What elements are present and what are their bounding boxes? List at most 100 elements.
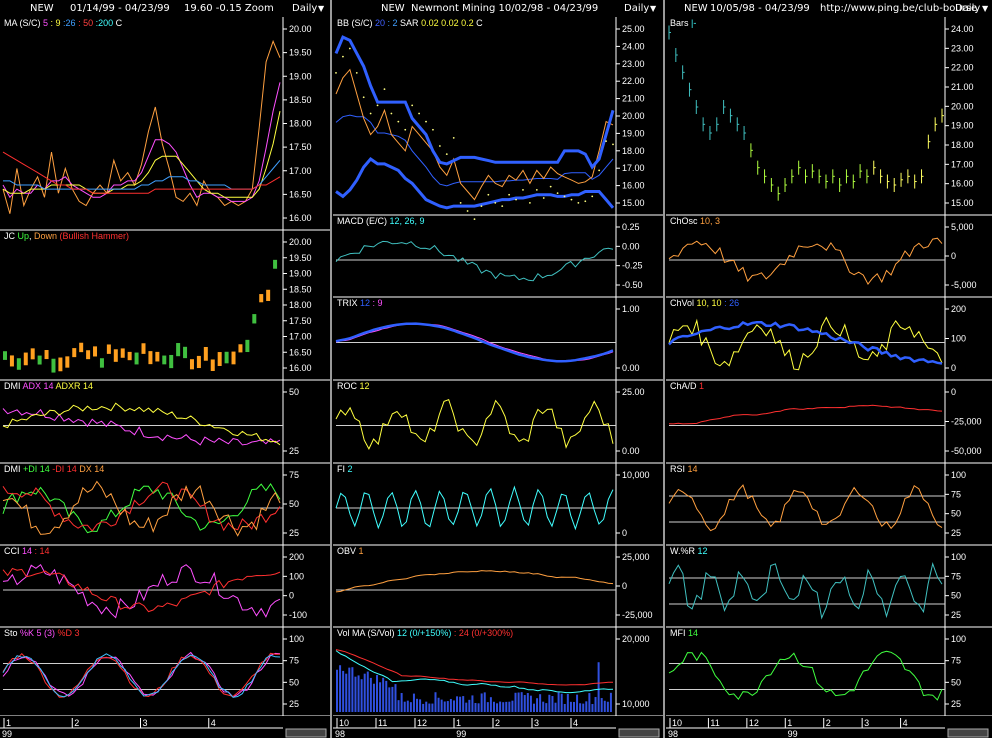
month-label: 1 [456,718,461,728]
volume-bar [428,703,431,712]
axis-tick-label: 17.00 [289,332,312,342]
sar-dot [570,198,573,201]
volume-bar [348,667,351,712]
axis-tick-label: 50 [289,499,299,509]
candlestick [120,348,125,358]
volume-bar [446,701,449,712]
axis-tick-label: -100 [289,610,307,620]
axis-tick-label: 100 [951,334,966,344]
volume-bar [397,700,400,712]
candlestick [93,346,98,357]
chevron-down-icon[interactable]: ▼ [650,0,656,17]
volume-bar [572,701,575,712]
volume-bar [557,692,560,712]
sar-dot [452,136,455,139]
candlestick [210,359,215,371]
zoom-scroll-control[interactable] [618,728,660,738]
axis-tick-label: 0 [622,581,627,591]
volume-bar [342,670,345,712]
axis-tick-label: 75 [951,656,961,666]
month-label: 3 [143,718,148,728]
chevron-down-icon[interactable]: ▼ [318,0,324,17]
sar-dot [376,104,379,107]
chevron-down-icon[interactable]: ▼ [982,0,988,17]
volume-bar [563,703,566,712]
indicator-series-c5-0 [668,484,943,532]
axis-tick-label: 19.50 [289,253,312,263]
sar-dot [515,198,517,201]
axis-tick-label: 23.00 [951,43,974,53]
sar-dot [432,128,434,131]
volume-bar [499,701,502,712]
volume-bar [345,673,348,712]
candlestick [72,348,77,358]
volume-bar [505,701,508,712]
ma-series-5 [2,82,281,202]
axis-tick-label: 23.00 [622,59,645,69]
axis-tick-label: 25 [289,528,299,538]
axis-tick-label: 0.00 [622,446,640,456]
indicator-label-c2: ChOsc 10, 3 [670,216,720,226]
month-label: 10 [672,718,682,728]
volume-bar [462,696,465,712]
volume-bar [536,698,539,712]
sar-dot [473,218,476,221]
volume-bar [351,667,354,712]
sar-dot [335,71,337,74]
sar-dot [390,112,393,115]
year-label: 98 [335,729,345,738]
axis-tick-label: 50 [289,677,299,687]
sar-dot [487,193,490,196]
candlestick [86,350,91,360]
volume-bar [597,662,600,712]
month-label: 3 [534,718,539,728]
volume-bar [523,695,526,712]
candlestick [245,339,250,353]
volume-bar [579,703,582,712]
year-label: 98 [668,729,678,738]
volume-bar [440,699,443,712]
volume-bar [431,703,434,712]
indicator-label-b5: FI 2 [337,464,353,474]
indicator-label-a1: MA (S/C) 5 : 9 :26 : 50 :200 C [4,18,123,28]
volume-bar [517,692,520,712]
axis-tick-label: 18.00 [289,300,312,310]
volume-bar [468,699,471,712]
header-range-mid: Newmont Mining 10/02/98 - 04/23/99 [411,3,599,14]
candlestick [3,351,7,360]
sar-dot [418,112,420,115]
header-range-right: 10/05/98 - 04/23/99 [710,3,810,14]
volume-bar [600,698,603,712]
sar-dot [355,71,358,74]
period-select-right[interactable]: Daily [955,0,980,17]
axis-tick-label: -50,000 [951,446,982,456]
sar-dot [459,201,462,204]
sar-dot [549,185,552,188]
indicator-series-c4-0 [668,404,943,425]
indicator-label-b6: OBV 1 [337,546,364,556]
period-select-mid[interactable]: Daily [624,0,649,17]
sar-dot [348,47,351,50]
volume-bar [477,703,480,712]
sar-dot [529,201,531,204]
volume-bar [569,701,572,712]
volume-bar [492,701,495,712]
axis-tick-label: 19.00 [289,71,312,81]
month-label: 4 [903,718,908,728]
zoom-scroll-control[interactable] [285,728,327,738]
period-select-left[interactable]: Daily [292,0,317,17]
volume-bar [486,702,489,712]
zoom-scroll-control[interactable] [947,728,989,738]
sar-dot [342,55,344,58]
volume-bar [594,697,597,712]
volume-bar [434,692,437,712]
axis-tick-label: 0.25 [622,222,640,232]
axis-tick-label: -0.25 [622,261,643,271]
axis-tick-label: 24.00 [951,24,974,34]
axis-tick-label: 19.00 [289,269,312,279]
sar-dot [397,120,400,123]
axis-tick-label: 22.00 [951,63,974,73]
axis-tick-label: 50 [951,591,961,601]
volume-bar [443,701,446,712]
time-axis [0,716,330,738]
